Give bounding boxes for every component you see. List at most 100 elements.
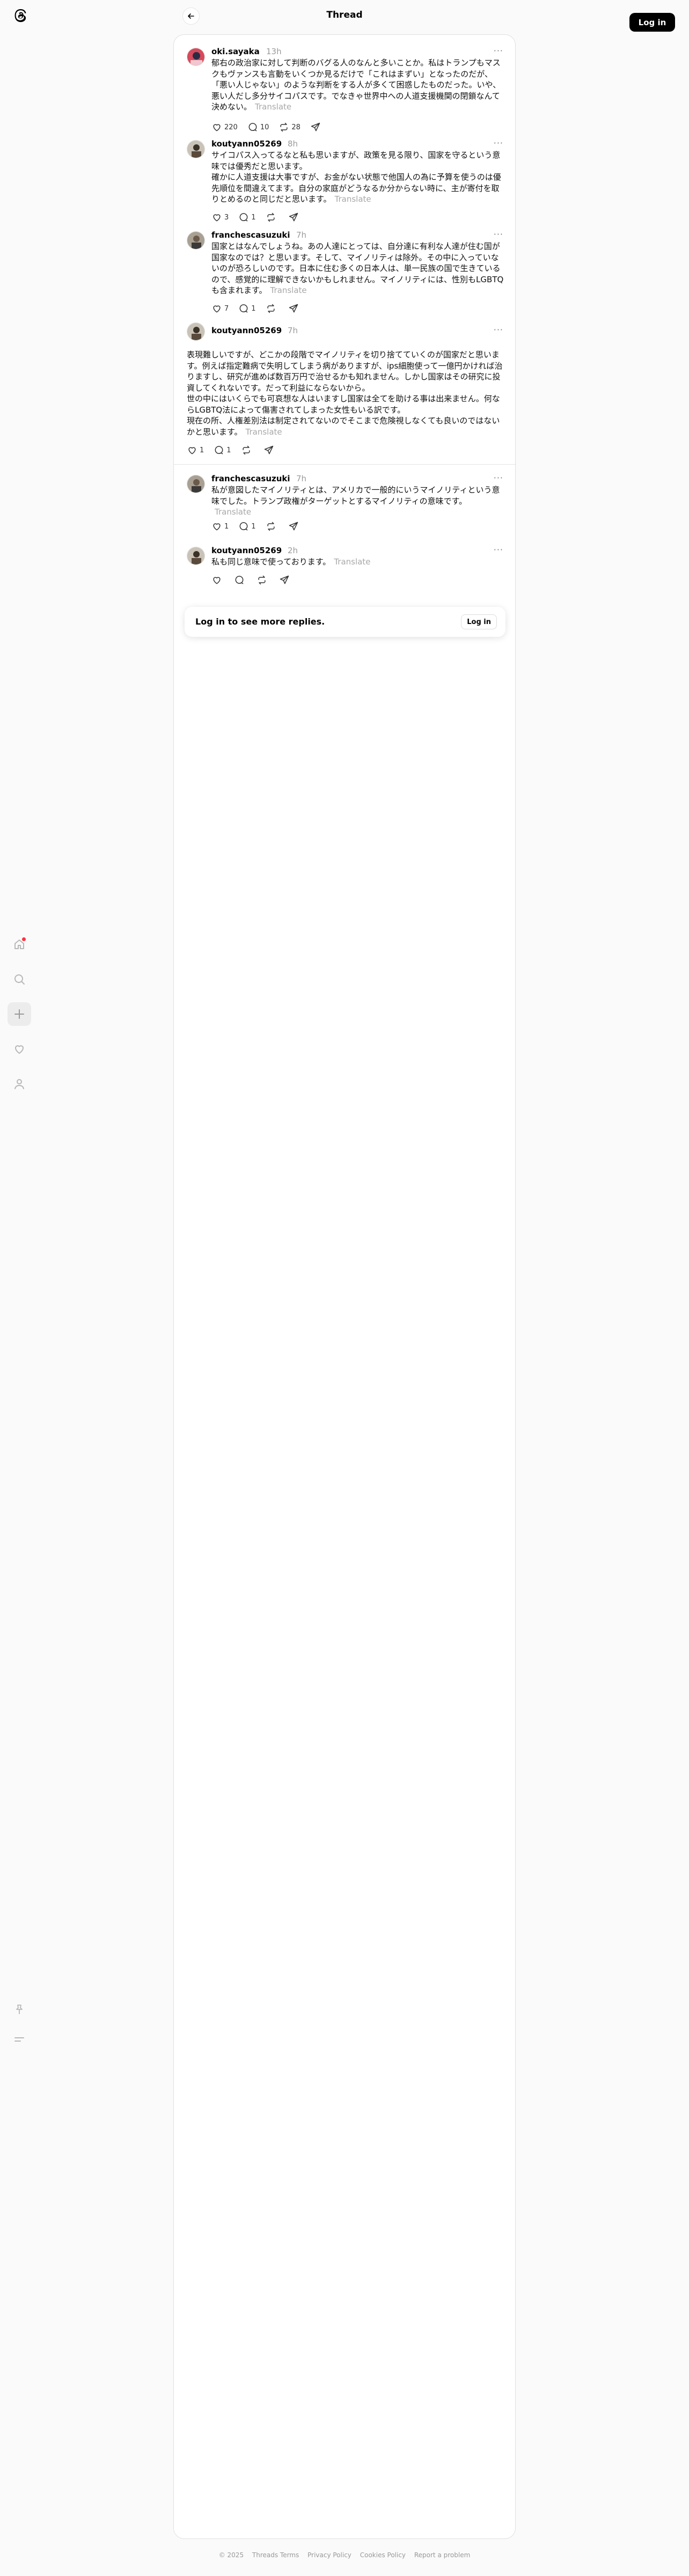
nav-create[interactable] (8, 1002, 31, 1026)
post-text: 私が意図したマイノリティとは、アメリカで一般的にいうマイノリティという意味でした… (211, 485, 500, 506)
translate-link[interactable]: Translate (334, 557, 370, 567)
username[interactable]: koutyann05269 (211, 139, 282, 149)
username[interactable]: franchescasuzuki (211, 230, 290, 240)
more-options-icon[interactable]: ··· (494, 473, 503, 483)
copyright: © 2025 (218, 2551, 244, 2559)
post-body: 表現難しいですが、どこかの段階でマイノリティを切り捨てていくのが国家だと思います… (187, 349, 504, 437)
like-button[interactable]: 7 (211, 303, 229, 314)
footer-link-privacy[interactable]: Privacy Policy (307, 2551, 351, 2559)
like-button[interactable]: 3 (211, 212, 229, 223)
nav-profile[interactable] (8, 1072, 31, 1096)
translate-link[interactable]: Translate (215, 507, 251, 517)
post-body: 私が意図したマイノリティとは、アメリカで一般的にいうマイノリティという意味でした… (211, 485, 504, 518)
repost-button[interactable] (241, 445, 254, 456)
login-prompt-button[interactable]: Log in (461, 614, 497, 629)
repost-button[interactable]: 28 (278, 122, 300, 133)
repost-button[interactable] (256, 575, 269, 585)
reply-button[interactable] (234, 575, 247, 585)
post-time: 8h (288, 139, 298, 149)
repost-button[interactable] (266, 212, 278, 223)
reply-count: 1 (251, 304, 256, 313)
avatar[interactable] (187, 48, 205, 66)
share-icon (289, 522, 298, 531)
reply-button[interactable]: 1 (238, 212, 256, 223)
menu-icon (14, 2037, 24, 2042)
search-icon (14, 974, 25, 985)
share-button[interactable] (263, 445, 276, 456)
share-icon (289, 304, 298, 313)
share-icon (280, 575, 289, 584)
like-button[interactable]: 1 (211, 521, 229, 532)
share-button[interactable] (288, 521, 301, 532)
avatar[interactable] (187, 475, 205, 493)
reply-count: 1 (251, 213, 256, 222)
username[interactable]: koutyann05269 (211, 546, 282, 555)
reply-button[interactable]: 10 (247, 122, 269, 133)
heart-icon (15, 1045, 24, 1054)
share-button[interactable] (279, 575, 292, 585)
username[interactable]: franchescasuzuki (211, 474, 290, 483)
reply-button[interactable]: 1 (238, 521, 256, 532)
footer: © 2025 Threads Terms Privacy Policy Cook… (0, 2551, 689, 2559)
post-body: サイコパス入ってるなと私も思いますが、政策を見る限り、国家を守るという意味では優… (211, 150, 504, 205)
avatar[interactable] (187, 547, 205, 565)
nav-activity[interactable] (8, 1037, 31, 1061)
post-actions: 1 1 (211, 520, 311, 533)
post-time: 7h (296, 474, 307, 483)
comment-icon (248, 123, 257, 131)
more-options-icon[interactable]: ··· (494, 545, 503, 555)
avatar[interactable] (187, 231, 205, 249)
share-button[interactable] (310, 122, 323, 133)
like-button[interactable] (211, 575, 224, 585)
post-time: 2h (288, 546, 298, 555)
post-body: 郁右の政治家に対して判断のバグる人のなんと多いことか。私はトランプもマスクもヴァ… (211, 57, 504, 113)
like-button[interactable]: 1 (187, 445, 204, 456)
heart-icon (213, 214, 221, 222)
pin-icon (16, 2005, 23, 2014)
thread-panel: oki.sayaka 13h ··· 郁右の政治家に対して判断のバグる人のなんと… (173, 34, 516, 2539)
post-actions: 7 1 (211, 302, 311, 315)
repost-count: 28 (291, 123, 300, 131)
like-count: 1 (224, 522, 229, 531)
translate-link[interactable]: Translate (255, 102, 291, 112)
username[interactable]: koutyann05269 (211, 326, 282, 335)
section-divider (174, 464, 516, 465)
post-body: 私も同じ意味で使っております。 Translate (211, 556, 504, 568)
comment-icon (239, 213, 248, 222)
reply-button[interactable]: 1 (238, 303, 256, 314)
repost-button[interactable] (266, 521, 278, 532)
heart-icon (188, 447, 196, 454)
translate-link[interactable]: Translate (246, 427, 282, 437)
repost-button[interactable] (266, 303, 278, 314)
login-button[interactable]: Log in (629, 13, 675, 32)
avatar[interactable] (187, 140, 205, 158)
translate-link[interactable]: Translate (335, 194, 371, 204)
share-button[interactable] (288, 303, 301, 314)
footer-link-cookies[interactable]: Cookies Policy (360, 2551, 406, 2559)
like-button[interactable]: 220 (211, 122, 238, 133)
post-time: 7h (296, 230, 307, 240)
more-options-icon[interactable]: ··· (494, 138, 503, 148)
username[interactable]: oki.sayaka (211, 47, 260, 56)
repost-icon (267, 522, 275, 531)
repost-icon (267, 304, 275, 313)
reply-count: 10 (260, 123, 269, 131)
footer-link-report[interactable]: Report a problem (414, 2551, 470, 2559)
repost-icon (267, 212, 275, 222)
footer-link-terms[interactable]: Threads Terms (252, 2551, 299, 2559)
menu-button[interactable] (8, 2028, 31, 2051)
translate-link[interactable]: Translate (270, 285, 307, 295)
heart-icon (213, 577, 221, 584)
share-button[interactable] (288, 212, 301, 223)
nav-home[interactable] (8, 933, 31, 956)
post-time: 13h (266, 47, 282, 56)
more-options-icon[interactable]: ··· (494, 229, 503, 239)
plus-icon (14, 1009, 24, 1019)
avatar[interactable] (187, 322, 205, 341)
pin-button[interactable] (8, 1998, 31, 2021)
nav-search[interactable] (8, 967, 31, 991)
more-options-icon[interactable]: ··· (494, 325, 503, 335)
post-text: 私も同じ意味で使っております。 (211, 557, 331, 567)
more-options-icon[interactable]: ··· (494, 46, 503, 56)
reply-button[interactable]: 1 (214, 445, 231, 456)
